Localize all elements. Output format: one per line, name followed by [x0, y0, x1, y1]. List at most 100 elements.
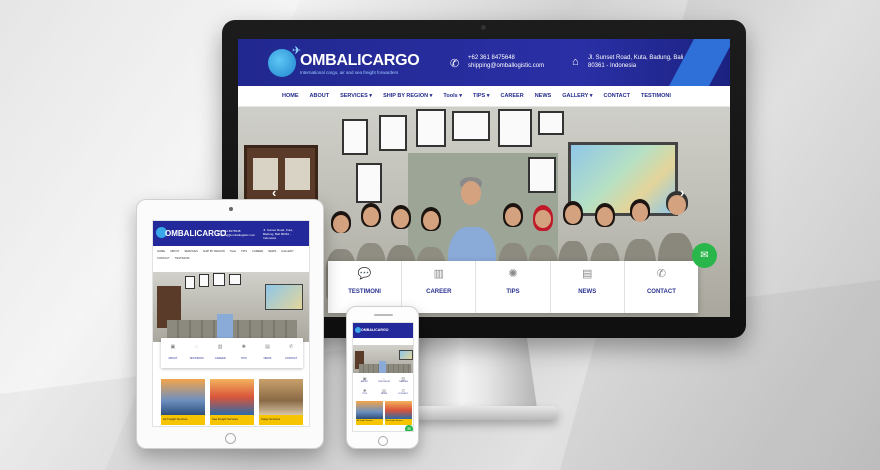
newspaper-icon: ▤: [582, 268, 593, 280]
tablet-nav-item[interactable]: TESTIMONI: [175, 257, 190, 260]
certificate-frame: [416, 109, 446, 147]
phone-quick-label: ABOUT: [360, 381, 369, 383]
tablet-quick-link[interactable]: ▥ CAREER: [208, 338, 232, 368]
phone-quick-label: NEWS: [380, 393, 388, 395]
quick-link-tips[interactable]: ✺ TIPS: [476, 261, 551, 313]
tablet-quick-link[interactable]: ✺ TIPS: [232, 338, 256, 368]
phone-speaker: [374, 314, 393, 316]
service-card-caption: Cargo Services: [259, 415, 303, 425]
header-phone[interactable]: +62 361 8475648: [468, 54, 515, 62]
nav-news[interactable]: NEWS: [535, 93, 552, 99]
chat-icon: ✉: [700, 250, 709, 261]
phone-home-button[interactable]: [378, 436, 388, 446]
lightbulb-icon: ✺: [508, 268, 518, 280]
phone-icon: ✆: [289, 344, 294, 350]
tablet-quick-label: NEWS: [263, 357, 272, 360]
tablet-quick-link[interactable]: ✆ CONTACT: [279, 338, 303, 368]
tablet-service-card[interactable]: Cargo Services: [259, 379, 303, 425]
phone-quick-link[interactable]: ▣ ABOUT: [356, 376, 373, 383]
tablet-nav-item[interactable]: GALLERY: [281, 250, 293, 253]
tablet-email: shipping@omballogistic.com: [217, 233, 256, 237]
phone-quick-link[interactable]: ✆ CONTACT: [395, 388, 412, 395]
tablet-quick-links: ▣ ABOUT ◌ TESTIMONI ▥ CAREER ✺ TIPS ▤ NEWS ✆ C…: [161, 338, 303, 368]
tablet-nav-item[interactable]: CAREER: [252, 250, 263, 253]
tablet-quick-link[interactable]: ▣ ABOUT: [161, 338, 185, 368]
tablet-nav-item[interactable]: SERVICES: [184, 250, 198, 253]
tablet-service-card[interactable]: Air Freight Services: [161, 379, 205, 425]
quick-link-career[interactable]: ▥ CAREER: [402, 261, 477, 313]
phone-quick-label: TIPS: [362, 393, 368, 395]
brand-logo[interactable]: OMBALICARGO: [300, 52, 420, 70]
tablet-nav-item[interactable]: CONTACT: [157, 257, 170, 260]
monitor-stand: [411, 338, 537, 408]
tablet-nav-item[interactable]: SHIP BY REGION: [203, 250, 225, 253]
phone-quick-label: CONTACT: [398, 393, 409, 395]
service-card-caption: Air Freight Services: [161, 415, 205, 425]
certificate-frame: [356, 163, 382, 203]
phone-screen: OMBALICARGO ▣ ABOUT ◌ TESTIMONI ▥ CAREER ✺ T…: [352, 322, 414, 432]
tablet-quick-label: TESTIMONI: [189, 357, 204, 360]
phone-brand[interactable]: OMBALICARGO: [361, 328, 389, 332]
site-header: ✈ OMBALICARGO International cargo, air a…: [238, 39, 730, 86]
service-card-caption: Air Freight Services: [356, 419, 383, 425]
tablet-quick-label: ABOUT: [168, 357, 178, 360]
tablet-nav-item[interactable]: ABOUT: [170, 250, 179, 253]
nav-gallery[interactable]: GALLERY ▾: [562, 93, 592, 99]
nav-about[interactable]: ABOUT: [310, 93, 330, 99]
certificate-frame: [528, 157, 556, 193]
phone-quick-link[interactable]: ▥ CAREER: [395, 376, 412, 383]
chart-icon: ▥: [217, 344, 223, 350]
tablet-hero: [153, 272, 309, 342]
brand-tagline: International cargo, air and sea freight…: [300, 70, 399, 75]
whatsapp-chat-button[interactable]: ✉: [692, 243, 717, 268]
slider-prev-arrow[interactable]: ‹: [272, 185, 276, 200]
phone-quick-label: TESTIMONI: [378, 381, 390, 383]
nav-ship-by-region[interactable]: SHIP BY REGION ▾: [383, 93, 432, 99]
header-email[interactable]: shipping@omballogistic.com: [468, 62, 544, 70]
certificate-frame: [538, 111, 564, 135]
tablet-nav-item[interactable]: TIPS: [241, 250, 247, 253]
tablet-quick-label: CONTACT: [285, 357, 298, 360]
nav-career[interactable]: CAREER: [500, 93, 523, 99]
world-map: [568, 142, 678, 216]
header-address: Jl. Sunset Road, Kuta, Badung, Bali 8036…: [588, 55, 684, 69]
phone-quick-link[interactable]: ▤ NEWS: [375, 388, 392, 395]
tablet-quick-link[interactable]: ▤ NEWS: [256, 338, 280, 368]
nav-testimoni[interactable]: TESTIMONI: [641, 93, 671, 99]
quick-link-label: NEWS: [578, 289, 597, 295]
tablet-home-button[interactable]: [225, 433, 236, 444]
service-card-caption: Sea Freight Services: [210, 415, 254, 425]
tablet-camera: [229, 207, 233, 211]
newspaper-icon: ▤: [265, 344, 270, 350]
tablet-nav-item[interactable]: Tools: [230, 250, 236, 253]
nav-tools[interactable]: Tools ▾: [443, 93, 462, 99]
nav-contact[interactable]: CONTACT: [603, 93, 629, 99]
tablet-service-card[interactable]: Sea Freight Services: [210, 379, 254, 425]
phone-service-card[interactable]: Air Freight Services: [356, 401, 383, 425]
tablet-quick-link[interactable]: ◌ TESTIMONI: [185, 338, 209, 368]
chart-icon: ▥: [433, 268, 444, 280]
chat-bubble-icon: 💬: [357, 268, 372, 280]
tablet-nav: HOME ABOUT SERVICES SHIP BY REGION Tools…: [157, 250, 307, 260]
phone-icon: ✆: [450, 58, 460, 70]
quick-link-news[interactable]: ▤ NEWS: [551, 261, 625, 313]
phone-quick-link[interactable]: ✺ TIPS: [356, 388, 373, 395]
phone-icon: ✆: [656, 268, 667, 280]
quick-link-contact[interactable]: ✆ CONTACT: [625, 261, 698, 313]
tablet-nav-item[interactable]: NEWS: [268, 250, 276, 253]
quick-link-label: TIPS: [506, 289, 520, 295]
nav-home[interactable]: HOME: [282, 93, 299, 99]
nav-tips[interactable]: TIPS ▾: [473, 93, 490, 99]
tablet-header: OMBALICARGO +62 361 8475648 shipping@omb…: [153, 221, 309, 246]
quick-link-label: TESTIMONI: [348, 289, 381, 295]
phone-quick-link[interactable]: ◌ TESTIMONI: [375, 376, 392, 383]
lightbulb-icon: ✺: [241, 344, 246, 350]
slider-next-arrow[interactable]: ›: [680, 185, 684, 200]
tablet-device: OMBALICARGO +62 361 8475648 shipping@omb…: [136, 199, 324, 449]
phone-device: OMBALICARGO ▣ ABOUT ◌ TESTIMONI ▥ CAREER ✺ T…: [346, 306, 419, 449]
whatsapp-chat-button[interactable]: ✉: [405, 425, 413, 431]
tablet-nav-item[interactable]: HOME: [157, 250, 165, 253]
phone-service-card[interactable]: Sea Freight Services: [385, 401, 412, 425]
phone-quick-links: ▣ ABOUT ◌ TESTIMONI ▥ CAREER: [355, 376, 413, 383]
nav-services[interactable]: SERVICES ▾: [340, 93, 372, 99]
